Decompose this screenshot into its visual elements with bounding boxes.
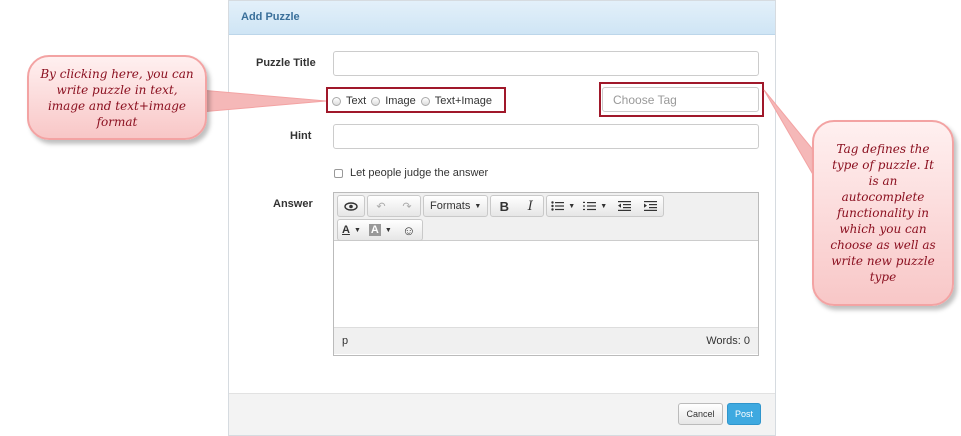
- tag-callout-text: Tag defines the type of puzzle. It is an…: [830, 142, 936, 284]
- tag-callout: Tag defines the type of puzzle. It is an…: [812, 120, 954, 306]
- format-callout: By clicking here, you can write puzzle i…: [27, 55, 207, 140]
- format-callout-text: By clicking here, you can write puzzle i…: [40, 66, 194, 129]
